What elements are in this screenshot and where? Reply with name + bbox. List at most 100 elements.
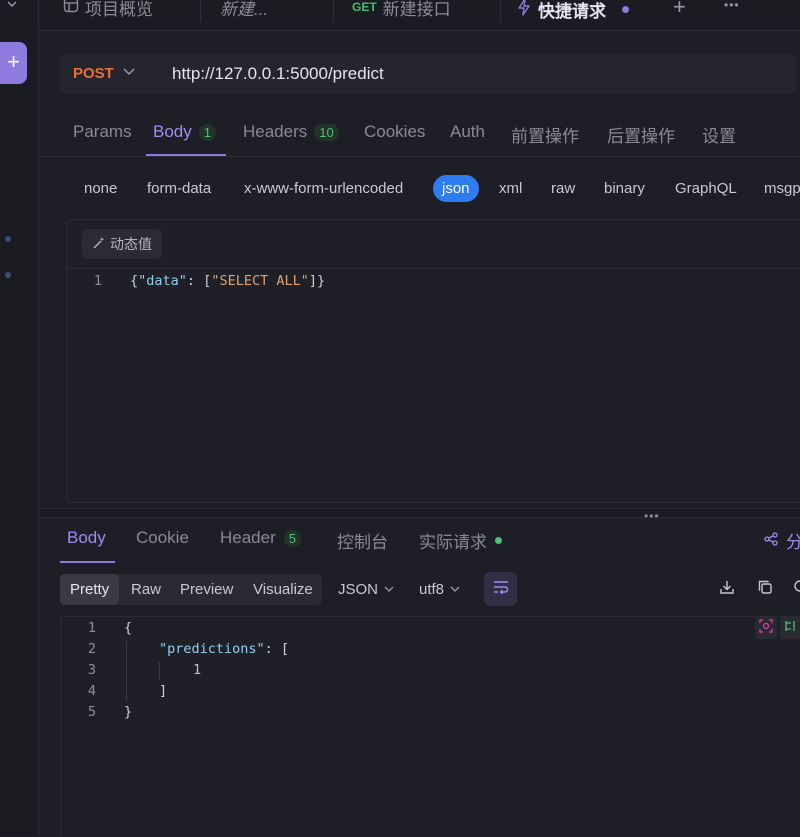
rail-indicator-dot [5, 272, 11, 278]
tab-label: Headers [243, 122, 308, 141]
line-number: 2 [87, 641, 96, 657]
code-line: "predictions": [ [159, 641, 290, 657]
count-badge: 10 [314, 123, 339, 141]
chevron-down-icon[interactable] [6, 0, 20, 12]
panel-resizer[interactable] [39, 508, 800, 518]
body-type-none[interactable]: none [84, 180, 117, 197]
tab-response-cookie[interactable]: Cookie [136, 528, 189, 548]
tab-console[interactable]: 控制台 [337, 528, 388, 553]
body-type-xml[interactable]: xml [499, 180, 522, 197]
tab-quick-request[interactable]: 快捷请求 [516, 0, 656, 24]
share-icon [764, 531, 778, 551]
body-type-msgpack[interactable]: msgp [764, 180, 800, 197]
count-badge: 1 [198, 123, 216, 141]
request-body-editor[interactable] [66, 219, 800, 503]
tab-label: 新建... [220, 0, 269, 19]
tab-label: Body [153, 122, 192, 141]
tab-response-header[interactable]: Header 5 [220, 528, 301, 548]
unsaved-dot [622, 5, 629, 13]
share-label: 分 [786, 533, 800, 552]
download-icon [719, 579, 735, 599]
chevron-down-icon [450, 581, 460, 598]
search-icon [793, 579, 800, 599]
chevron-down-icon [384, 581, 394, 598]
lightning-icon [516, 0, 532, 21]
layout-icon [63, 0, 79, 18]
view-raw[interactable]: Raw [131, 574, 161, 605]
tab-headers[interactable]: Headers 10 [243, 122, 339, 142]
body-type-json[interactable]: json [433, 175, 479, 202]
drag-handle-icon[interactable]: ••• [644, 509, 660, 523]
share-button[interactable]: 分 [764, 528, 800, 553]
copy-icon [757, 579, 773, 599]
active-tab-indicator [60, 561, 115, 563]
indent-guide [159, 662, 160, 680]
format-select-value: JSON [338, 581, 379, 598]
assert-button[interactable] [780, 617, 800, 639]
count-badge: 5 [283, 529, 301, 547]
code-line: } [124, 704, 133, 720]
tab-new[interactable]: 新建... [220, 0, 334, 22]
method-tag: GET [352, 0, 377, 14]
line-number: 5 [87, 704, 96, 720]
tab-response-body[interactable]: Body [67, 528, 106, 548]
left-rail [0, 0, 39, 836]
wrap-icon [493, 580, 509, 598]
code-line: { [124, 620, 133, 636]
line-number: 1 [93, 273, 102, 289]
code-line: 1 [193, 662, 202, 678]
chevron-down-icon[interactable] [122, 64, 136, 81]
add-tab-button[interactable]: + [673, 0, 686, 20]
download-button[interactable] [718, 580, 736, 598]
magic-wand-icon [92, 236, 106, 253]
rail-indicator-dot [5, 236, 11, 242]
tab-pre-processors[interactable]: 前置操作 [511, 122, 579, 147]
view-visualize[interactable]: Visualize [253, 574, 313, 605]
divider [39, 156, 800, 157]
view-preview[interactable]: Preview [180, 574, 233, 605]
tab-post-processors[interactable]: 后置操作 [607, 122, 675, 147]
status-dot [495, 537, 502, 544]
tab-body[interactable]: Body 1 [153, 122, 216, 142]
tab-cookies[interactable]: Cookies [364, 122, 425, 142]
url-bar: POST http://127.0.0.1:5000/predict [60, 54, 796, 94]
body-type-form-data[interactable]: form-data [147, 180, 211, 197]
tab-auth[interactable]: Auth [450, 122, 485, 142]
line-number: 1 [87, 620, 96, 636]
tab-label: Header [220, 528, 276, 547]
body-type-binary[interactable]: binary [604, 180, 645, 197]
copy-button[interactable] [756, 580, 774, 598]
url-input[interactable]: http://127.0.0.1:5000/predict [172, 64, 384, 84]
method-select[interactable]: POST [73, 65, 114, 82]
tab-project-overview[interactable]: 项目概览 [63, 0, 201, 22]
tab-get-new-endpoint[interactable]: GET 新建接口 [352, 0, 501, 22]
word-wrap-button[interactable] [484, 572, 517, 606]
tab-params[interactable]: Params [73, 122, 132, 142]
line-number: 3 [87, 662, 96, 678]
tab-label: 新建接口 [382, 0, 451, 19]
code-line: ] [159, 683, 168, 699]
encoding-select-value: utf8 [419, 581, 445, 598]
extract-button[interactable] [755, 617, 777, 639]
tab-label: 实际请求 [419, 533, 487, 552]
divider [66, 268, 800, 269]
view-mode-group: Pretty Raw Preview Visualize [60, 574, 322, 605]
tab-actual-request[interactable]: 实际请求 [419, 528, 502, 553]
indent-guide [126, 641, 127, 701]
more-tabs-button[interactable]: ••• [724, 0, 740, 12]
tree-icon [784, 619, 798, 637]
encoding-select[interactable]: utf8 [419, 581, 460, 598]
body-type-raw[interactable]: raw [551, 180, 575, 197]
body-type-urlencoded[interactable]: x-www-form-urlencoded [244, 180, 403, 197]
line-number: 4 [87, 683, 96, 699]
format-select[interactable]: JSON [338, 581, 394, 598]
tab-settings[interactable]: 设置 [702, 122, 736, 147]
dynamic-value-label: 动态值 [110, 236, 152, 252]
code-line: {"data": ["SELECT ALL"]} [130, 273, 326, 289]
new-item-button[interactable]: + [0, 42, 27, 84]
view-pretty[interactable]: Pretty [60, 574, 120, 605]
search-button[interactable] [792, 580, 800, 598]
body-type-graphql[interactable]: GraphQL [675, 180, 737, 197]
tab-label: 快捷请求 [538, 1, 606, 21]
dynamic-value-button[interactable]: 动态值 [82, 229, 162, 259]
